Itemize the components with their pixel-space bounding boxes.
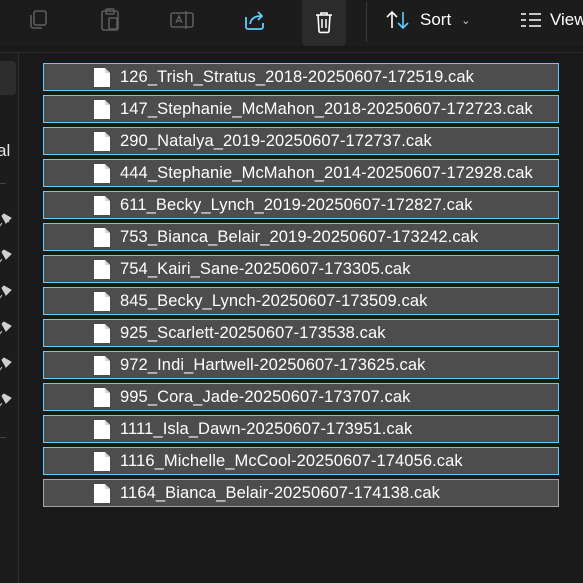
- file-icon: [94, 356, 110, 375]
- sort-button[interactable]: Sort ⌄: [384, 0, 470, 40]
- rename-icon: [170, 11, 194, 29]
- file-icon: [94, 452, 110, 471]
- pin-icon: [0, 357, 12, 371]
- navigation-pane: al: [0, 53, 19, 583]
- file-name: 754_Kairi_Sane-20250607-173305.cak: [120, 259, 411, 278]
- file-icon: [94, 484, 110, 503]
- file-name: 753_Bianca_Belair_2019-20250607-173242.c…: [120, 227, 479, 246]
- pin-icon: [0, 321, 12, 335]
- file-icon: [94, 260, 110, 279]
- sort-arrows-icon: [386, 10, 409, 30]
- file-row[interactable]: 972_Indi_Hartwell-20250607-173625.cak: [43, 351, 559, 379]
- file-icon: [94, 420, 110, 439]
- file-icon: [94, 388, 110, 407]
- file-name: 1116_Michelle_McCool-20250607-174056.cak: [120, 451, 463, 470]
- file-icon: [94, 100, 110, 119]
- file-icon: [94, 196, 110, 215]
- file-name: 1111_Isla_Dawn-20250607-173951.cak: [120, 419, 413, 438]
- file-row[interactable]: 925_Scarlett-20250607-173538.cak: [43, 319, 559, 347]
- sort-label: Sort: [420, 10, 452, 29]
- view-list-icon: [521, 13, 541, 27]
- toolbar-divider: [0, 52, 583, 53]
- file-name: 290_Natalya_2019-20250607-172737.cak: [120, 131, 432, 150]
- file-row[interactable]: 611_Becky_Lynch_2019-20250607-172827.cak: [43, 191, 559, 219]
- nav-divider: [0, 437, 6, 438]
- command-bar: Sort ⌄ View: [0, 0, 583, 46]
- pin-icon: [0, 249, 12, 263]
- copy-icon: [30, 10, 47, 29]
- file-name: 972_Indi_Hartwell-20250607-173625.cak: [120, 355, 426, 374]
- file-icon: [94, 132, 110, 151]
- toolbar-separator: [366, 2, 367, 42]
- file-icon: [94, 164, 110, 183]
- file-icon: [94, 228, 110, 247]
- paste-button[interactable]: [88, 0, 132, 40]
- view-label: View: [550, 10, 583, 29]
- chevron-down-icon: ⌄: [461, 14, 471, 27]
- file-name: 611_Becky_Lynch_2019-20250607-172827.cak: [120, 195, 473, 214]
- share-button[interactable]: [233, 0, 277, 40]
- file-row[interactable]: 290_Natalya_2019-20250607-172737.cak: [43, 127, 559, 155]
- file-row[interactable]: 1111_Isla_Dawn-20250607-173951.cak: [43, 415, 559, 443]
- file-name: 995_Cora_Jade-20250607-173707.cak: [120, 387, 411, 406]
- file-name: 1164_Bianca_Belair-20250607-174138.cak: [120, 483, 440, 502]
- nav-divider: [0, 183, 6, 184]
- file-row[interactable]: 845_Becky_Lynch-20250607-173509.cak: [43, 287, 559, 315]
- file-row[interactable]: 754_Kairi_Sane-20250607-173305.cak: [43, 255, 559, 283]
- share-icon: [245, 11, 264, 30]
- pin-icon: [0, 285, 12, 299]
- view-button[interactable]: View: [520, 0, 583, 40]
- file-row[interactable]: 1164_Bianca_Belair-20250607-174138.cak: [43, 479, 559, 507]
- file-row[interactable]: 126_Trish_Stratus_2018-20250607-172519.c…: [43, 63, 559, 91]
- file-name: 444_Stephanie_McMahon_2014-20250607-1729…: [120, 163, 533, 182]
- file-icon: [94, 324, 110, 343]
- file-icon: [94, 292, 110, 311]
- file-row[interactable]: 444_Stephanie_McMahon_2014-20250607-1729…: [43, 159, 559, 187]
- paste-icon: [101, 8, 119, 31]
- nav-item-label[interactable]: al: [0, 141, 10, 161]
- file-row[interactable]: 147_Stephanie_McMahon_2018-20250607-1727…: [43, 95, 559, 123]
- rename-button[interactable]: [160, 0, 204, 40]
- file-list: 126_Trish_Stratus_2018-20250607-172519.c…: [43, 63, 559, 511]
- file-row[interactable]: 753_Bianca_Belair_2019-20250607-173242.c…: [43, 223, 559, 251]
- file-name: 126_Trish_Stratus_2018-20250607-172519.c…: [120, 67, 475, 86]
- copy-button[interactable]: [16, 0, 60, 40]
- file-row[interactable]: 1116_Michelle_McCool-20250607-174056.cak: [43, 447, 559, 475]
- file-icon: [94, 68, 110, 87]
- nav-item-selected[interactable]: [0, 61, 16, 95]
- pin-icon: [0, 213, 12, 227]
- delete-button[interactable]: [302, 0, 346, 46]
- file-name: 845_Becky_Lynch-20250607-173509.cak: [120, 291, 428, 310]
- pin-icon: [0, 393, 12, 407]
- delete-icon: [316, 12, 332, 34]
- file-name: 147_Stephanie_McMahon_2018-20250607-1727…: [120, 99, 533, 118]
- file-name: 925_Scarlett-20250607-173538.cak: [120, 323, 386, 342]
- file-row[interactable]: 995_Cora_Jade-20250607-173707.cak: [43, 383, 559, 411]
